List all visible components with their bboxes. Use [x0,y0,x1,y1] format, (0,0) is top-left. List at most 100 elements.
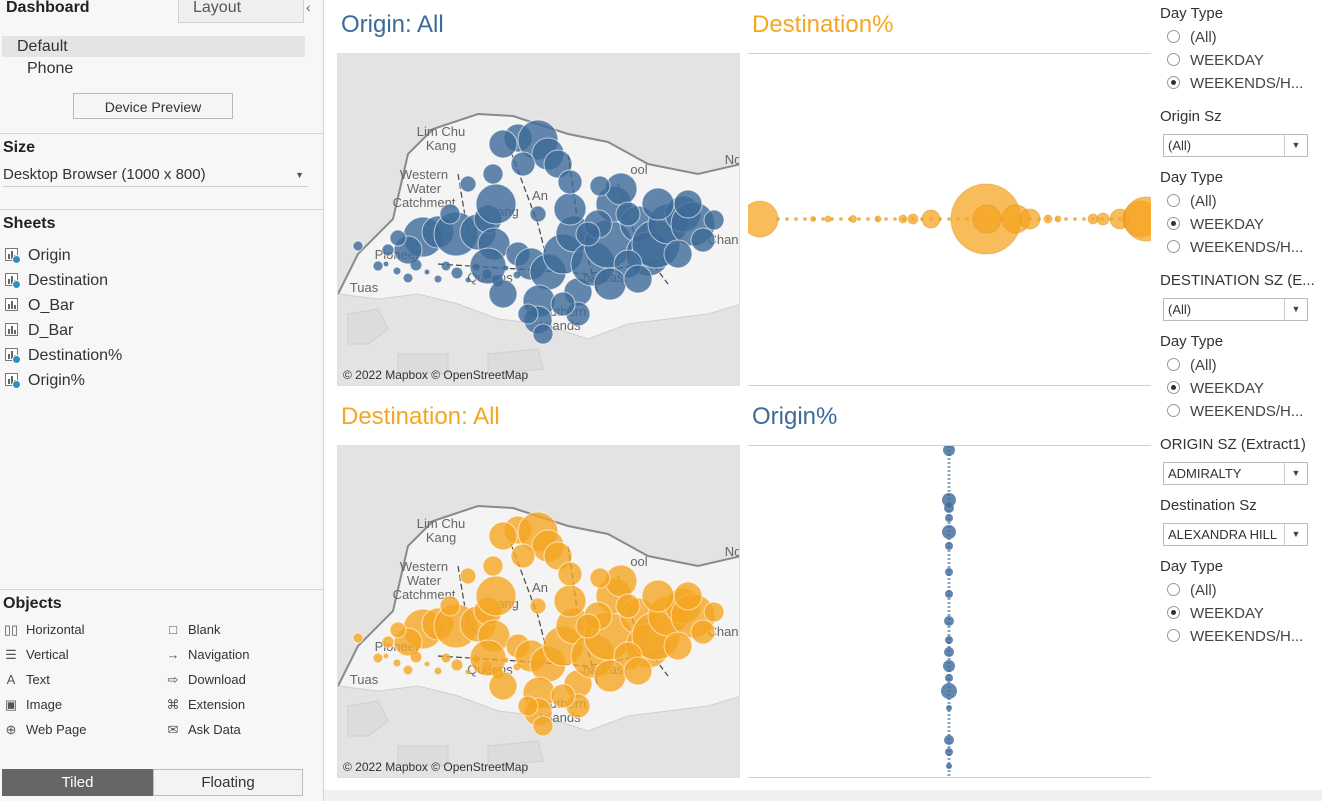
filter-dropdown[interactable]: (All) ▼ [1163,298,1308,321]
origin-bubble-small [492,275,504,287]
radio-label: (All) [1190,193,1217,210]
sheet-item[interactable]: Origin% [5,370,85,392]
origin-bubble [557,169,583,195]
filter-dropdown[interactable]: ALEXANDRA HILL ▼ [1163,523,1308,546]
object-vertical[interactable]: ☰ Vertical [3,646,68,664]
dropdown-value: (All) [1168,138,1192,153]
device-preview-button[interactable]: Device Preview [73,93,233,119]
origin-pct-mark [945,568,953,576]
filter-dropdown[interactable]: ADMIRALTY ▼ [1163,462,1308,485]
map-credit: © 2022 Mapbox © OpenStreetMap [343,368,529,382]
chevron-left-icon[interactable]: ‹ [306,0,311,14]
destination-pct-canvas [748,183,1151,255]
origin-pct-title: Origin% [752,403,838,430]
origin-pct-mark [945,674,953,682]
sheets-title: Sheets [3,215,56,232]
map-label: Tuas [350,280,379,295]
sheet-item[interactable]: Destination [5,270,108,292]
floating-button[interactable]: Floating [153,769,303,796]
origin-bubble [703,209,725,231]
destination-bubble [510,543,536,569]
object-label: Navigation [188,647,250,662]
map-label: No [725,544,740,559]
object-label: Extension [188,697,246,712]
sheet-item[interactable]: Origin [5,245,71,267]
filter-title: ORIGIN SZ (Extract1) [1160,436,1306,453]
object-text[interactable]: A Text [3,671,50,689]
sheet-item[interactable]: Destination% [5,345,122,367]
destination-pct-mark [874,215,882,223]
origin-map[interactable]: Lim ChuKangWesternWaterCatchmentTuasPion… [337,53,740,386]
tiled-button[interactable]: Tiled [2,769,153,796]
object-label: Web Page [26,722,87,737]
radio-option[interactable]: WEEKDAY [1167,215,1264,235]
radio-option[interactable]: WEEKDAY [1167,379,1264,399]
destination-bubble-small [434,667,442,675]
vertical-container-icon: ☰ [5,647,17,662]
origin-bubble [439,203,461,225]
object-image[interactable]: ▣ Image [3,696,62,714]
radio-option[interactable]: (All) [1167,28,1217,48]
worksheet-icon [5,348,21,364]
destination-pct-mark [785,217,789,221]
destination-pct-mark [1054,215,1062,223]
radio-option[interactable]: (All) [1167,192,1217,212]
origin-bubble [589,175,611,197]
destination-map[interactable]: Lim ChuKangWesternWaterCatchmentTuasPion… [337,445,740,778]
device-phone[interactable]: Phone [27,59,73,79]
radio-label: WEEKDAY [1190,380,1264,397]
object-blank[interactable]: □ Blank [165,621,220,639]
destination-bubble [352,632,364,644]
image-icon: ▣ [4,697,18,712]
origin-map-canvas: Lim ChuKangWesternWaterCatchmentTuasPion… [338,54,739,385]
sheet-item[interactable]: O_Bar [5,295,74,317]
size-dropdown[interactable]: Desktop Browser (1000 x 800) ▼ [3,164,308,187]
origin-map-title: Origin: All [341,11,444,38]
destination-bubble [623,656,653,686]
destination-bubble [475,575,517,617]
origin-bubble-small [441,261,451,271]
origin-pct-mark [945,590,953,598]
sheet-item[interactable]: D_Bar [5,320,73,342]
radio-option[interactable]: WEEKDAY [1167,51,1264,71]
origin-pct-mark [943,660,955,672]
origin-pct-chart[interactable] [748,445,1151,778]
radio-selected-icon [1167,606,1180,619]
destination-bubble [663,631,693,661]
destination-pct-chart[interactable] [748,53,1151,386]
radio-option[interactable]: (All) [1167,356,1217,376]
destination-pct-mark [839,217,843,221]
object-navigation[interactable]: → Navigation [165,646,250,664]
destination-pct-mark [907,213,919,225]
device-default[interactable]: Default [2,36,305,57]
object-extension[interactable]: ⌘ Extension [165,696,246,714]
destination-bubble-small [451,659,463,671]
tab-dashboard[interactable]: Dashboard [0,0,184,24]
tab-layout[interactable]: Layout [178,0,304,23]
object-label: Image [26,697,63,712]
radio-option[interactable]: WEEKENDS/H... [1167,402,1303,422]
radio-option[interactable]: WEEKDAY [1167,604,1264,624]
destination-pct-mark [1043,214,1053,224]
object-download[interactable]: ⇨ Download [165,671,246,689]
origin-pct-mark [944,503,954,513]
radio-option[interactable]: (All) [1167,581,1217,601]
object-horizontal[interactable]: ▯▯ Horizontal [3,621,85,639]
filter-dropdown[interactable]: (All) ▼ [1163,134,1308,157]
in-use-check-icon [12,380,21,389]
destination-bubble [459,567,477,585]
text-icon: A [6,672,16,687]
destination-bubble-small [492,667,504,679]
destination-pct-mark [866,217,870,221]
radio-option[interactable]: WEEKENDS/H... [1167,74,1303,94]
object-ask-data[interactable]: ✉ Ask Data [165,721,241,739]
destination-pct-mark [821,217,825,221]
destination-bubble [529,597,547,615]
radio-option[interactable]: WEEKENDS/H... [1167,238,1303,258]
radio-option[interactable]: WEEKENDS/H... [1167,627,1303,647]
map-label: An [532,580,548,595]
destination-bubble [381,635,395,649]
object-label: Horizontal [26,622,85,637]
object-web-page[interactable]: ⊕ Web Page [3,721,87,739]
origin-bubble-small [403,273,413,283]
